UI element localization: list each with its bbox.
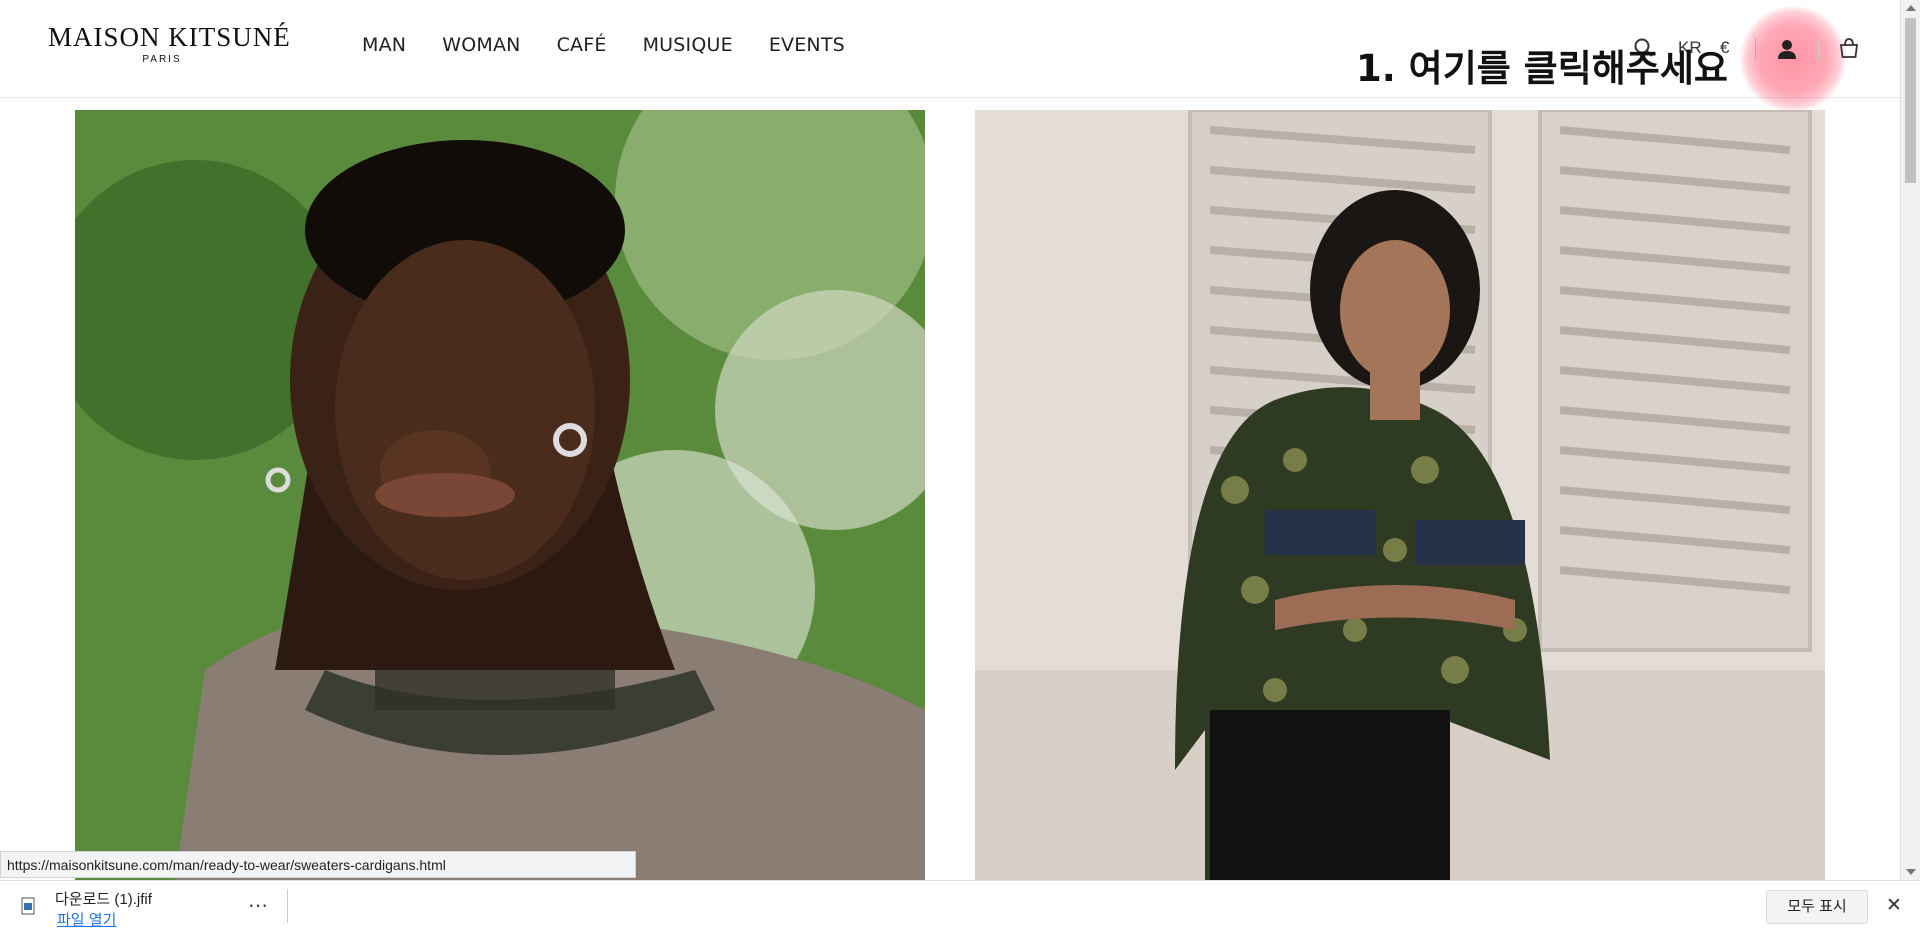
account-icon[interactable]	[1776, 38, 1798, 60]
scroll-thumb[interactable]	[1905, 18, 1916, 183]
hero-image-woman[interactable]	[975, 110, 1825, 880]
logo[interactable]: MAISON KITSUNÉ PARIS	[48, 22, 291, 65]
annotation-text: 1. 여기를 클릭해주세요	[1356, 47, 1728, 90]
nav-item-man[interactable]: MAN	[362, 34, 406, 56]
main-nav: MAN WOMAN CAFÉ MUSIQUE EVENTS	[362, 34, 881, 56]
link-status-url: https://maisonkitsune.com/man/ready-to-w…	[0, 851, 636, 878]
show-all-button[interactable]: 모두 표시	[1766, 890, 1868, 924]
more-options-icon[interactable]: ⋯	[248, 893, 268, 918]
divider	[1818, 38, 1819, 60]
logo-wordmark: MAISON KITSUNÉ	[48, 22, 291, 52]
divider	[287, 889, 288, 923]
logo-subtitle: PARIS	[142, 54, 182, 65]
scroll-down-arrow-icon[interactable]	[1906, 869, 1916, 875]
scroll-up-arrow-icon[interactable]	[1906, 5, 1916, 11]
download-file-name[interactable]: 다운로드 (1).jfif	[55, 888, 152, 909]
close-icon[interactable]: ✕	[1886, 894, 1902, 917]
nav-item-cafe[interactable]: CAFÉ	[557, 34, 607, 56]
shopping-bag-icon[interactable]	[1838, 37, 1860, 59]
nav-item-musique[interactable]: MUSIQUE	[643, 34, 733, 56]
page-scrollbar[interactable]	[1900, 0, 1920, 880]
nav-item-events[interactable]: EVENTS	[769, 34, 845, 56]
file-icon	[21, 897, 35, 915]
nav-item-woman[interactable]: WOMAN	[442, 34, 520, 56]
download-bar: 다운로드 (1).jfif 파일 열기 ⋯ 모두 표시 ✕	[0, 880, 1920, 931]
site-header: MAISON KITSUNÉ PARIS MAN WOMAN CAFÉ MUSI…	[0, 0, 1900, 112]
hero-image-man[interactable]	[75, 110, 925, 880]
open-file-link[interactable]: 파일 열기	[57, 909, 116, 930]
